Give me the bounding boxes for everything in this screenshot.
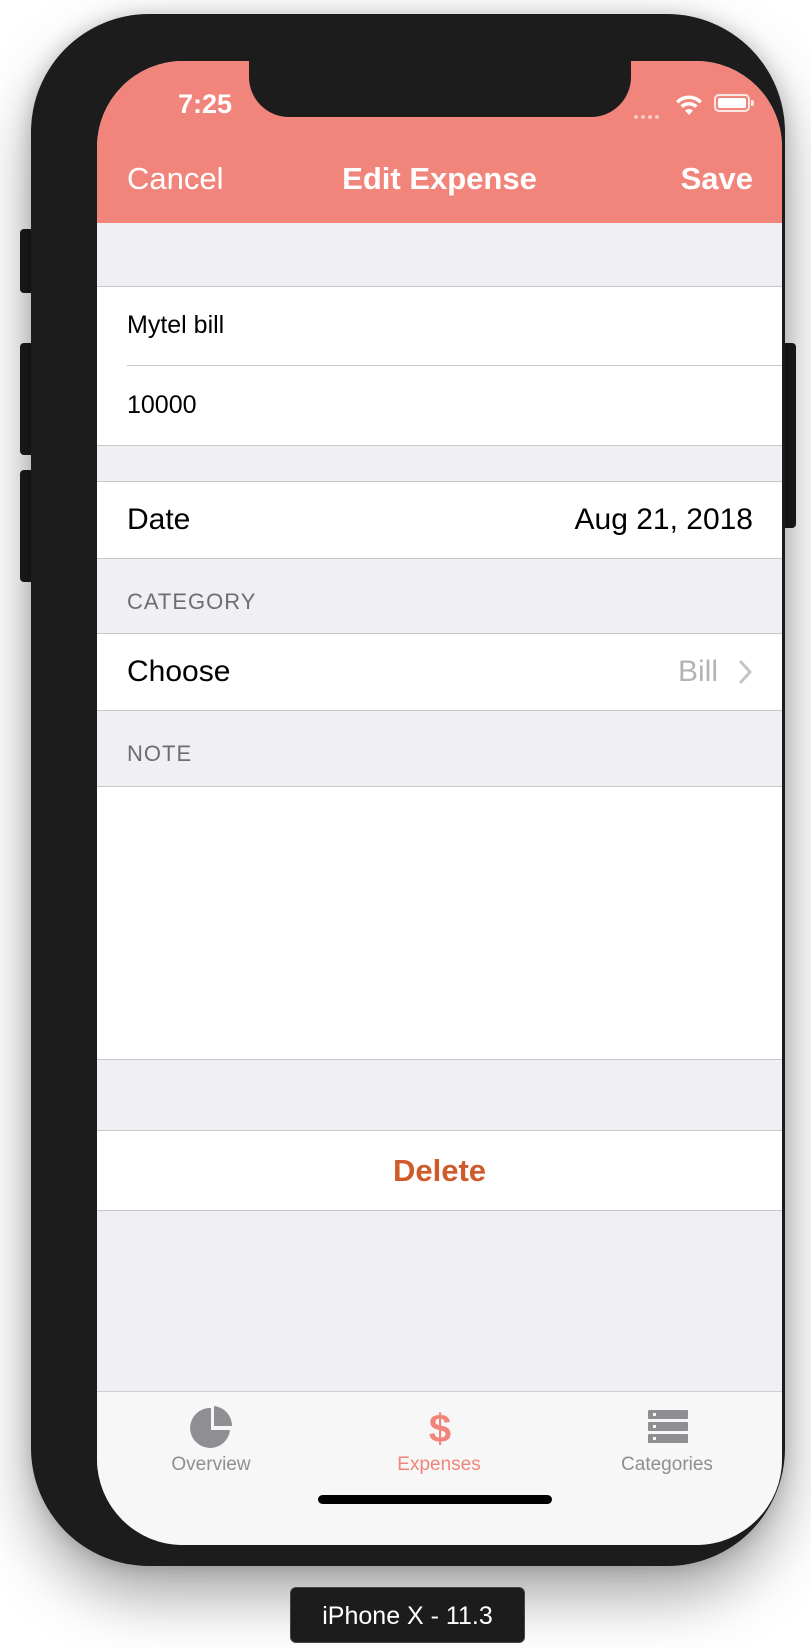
iphone-frame: 7:25 Cancel Edit Expense Save Mytel bill… xyxy=(31,14,785,1566)
separator xyxy=(97,558,782,559)
category-section-header: CATEGORY xyxy=(127,589,257,614)
separator xyxy=(97,1059,782,1060)
signal-icon xyxy=(634,106,662,124)
date-label: Date xyxy=(127,503,191,536)
home-indicator[interactable] xyxy=(318,1495,552,1504)
date-value: Aug 21, 2018 xyxy=(574,503,754,536)
expense-name-field[interactable]: Mytel bill xyxy=(127,311,224,340)
name-amount-group: Mytel bill 10000 xyxy=(97,287,782,445)
pie-chart-icon xyxy=(190,1406,233,1448)
separator xyxy=(97,710,782,711)
list-icon xyxy=(648,1410,688,1443)
note-section-header: NOTE xyxy=(127,741,193,766)
device-label: iPhone X - 11.3 xyxy=(290,1587,525,1643)
separator xyxy=(127,365,782,366)
tab-categories[interactable]: Categories xyxy=(553,1392,781,1492)
separator xyxy=(97,445,782,446)
tab-overview-label: Overview xyxy=(171,1454,251,1475)
battery-icon xyxy=(714,94,754,112)
expense-amount-field[interactable]: 10000 xyxy=(127,391,197,420)
screen: 7:25 Cancel Edit Expense Save Mytel bill… xyxy=(97,61,782,1545)
tab-bar: Overview $ Expenses Categories xyxy=(97,1391,782,1545)
category-label: Choose xyxy=(127,655,231,688)
delete-row[interactable]: Delete xyxy=(97,1131,782,1210)
chevron-right-icon xyxy=(739,660,752,684)
category-row[interactable]: Choose Bill xyxy=(97,634,782,710)
tab-overview[interactable]: Overview xyxy=(97,1392,325,1492)
svg-text:$: $ xyxy=(429,1407,451,1448)
date-row[interactable]: Date Aug 21, 2018 xyxy=(97,482,782,558)
save-button[interactable]: Save xyxy=(681,161,753,197)
tab-expenses[interactable]: $ Expenses xyxy=(325,1392,553,1492)
status-time: 7:25 xyxy=(177,89,233,119)
page-title: Edit Expense xyxy=(342,161,537,196)
notch xyxy=(249,61,631,117)
note-textarea[interactable] xyxy=(97,787,782,1059)
separator xyxy=(97,1210,782,1211)
tab-expenses-label: Expenses xyxy=(397,1454,481,1475)
dollar-icon: $ xyxy=(429,1407,451,1448)
delete-button[interactable]: Delete xyxy=(97,1153,782,1189)
tab-categories-label: Categories xyxy=(621,1454,713,1475)
wifi-icon xyxy=(676,95,702,115)
category-value: Bill xyxy=(677,655,718,688)
